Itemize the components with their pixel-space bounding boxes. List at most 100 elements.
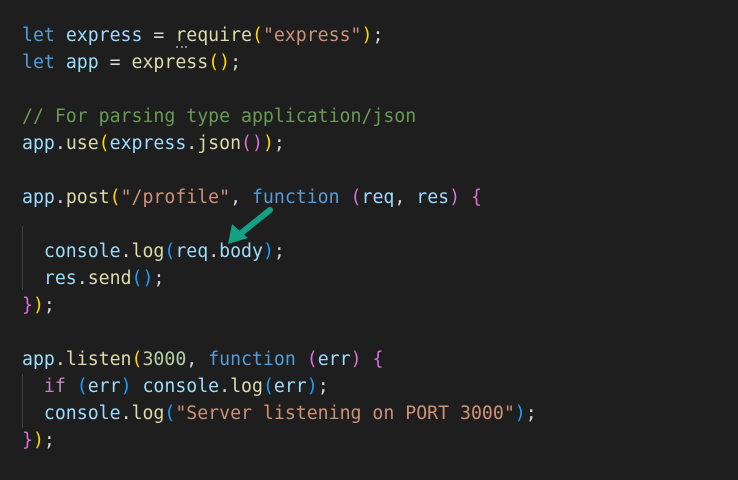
code-token: ;	[230, 52, 242, 73]
code-line[interactable]: app.listen(3000, function (err) {	[22, 346, 383, 373]
code-line[interactable]: console.log("Server listening on PORT 30…	[22, 400, 537, 427]
code-token: if	[43, 376, 66, 397]
code-token: )	[262, 133, 274, 154]
code-token: res	[43, 268, 77, 289]
code-token: ,	[186, 349, 209, 370]
code-token: )	[262, 241, 274, 262]
code-token: )	[449, 187, 461, 208]
code-token: .	[54, 133, 66, 154]
code-token: let	[22, 52, 55, 73]
code-token: ()	[131, 268, 154, 289]
code-line[interactable]: app.use(express.json());	[22, 130, 285, 157]
code-token: console	[43, 403, 121, 424]
code-line[interactable]: });	[22, 292, 55, 319]
code-token: function	[251, 187, 340, 208]
code-token: (	[306, 349, 318, 370]
code-token: ,	[394, 187, 417, 208]
code-token: )	[32, 295, 44, 316]
code-token: app	[22, 349, 55, 370]
code-token: ;	[43, 430, 55, 451]
code-token: )	[350, 349, 362, 370]
code-token: .	[54, 187, 66, 208]
code-token: ;	[317, 376, 329, 397]
code-token: (	[164, 241, 176, 262]
code-token: ;	[43, 295, 55, 316]
code-token: log	[230, 376, 263, 397]
code-token: req	[175, 241, 209, 262]
code-token: log	[131, 241, 165, 262]
code-token: (	[251, 25, 263, 46]
code-line[interactable]: console.log(req.body);	[22, 238, 285, 265]
code-token: )	[361, 25, 373, 46]
code-token: log	[131, 403, 165, 424]
code-token: (	[350, 187, 362, 208]
code-token: )	[306, 376, 318, 397]
code-token: // For parsing type application/json	[22, 106, 417, 127]
code-token: "express"	[262, 25, 362, 46]
code-token: send	[87, 268, 132, 289]
code-token: "Server listening on PORT 3000"	[175, 403, 515, 424]
code-token: .	[208, 241, 220, 262]
code-token: use	[65, 133, 99, 154]
code-token: ()	[208, 52, 231, 73]
code-token: body	[219, 241, 263, 262]
code-token: ,	[230, 187, 252, 208]
code-editor[interactable]: let express = require("express"); let app…	[0, 0, 738, 480]
code-token: listen	[65, 349, 132, 370]
code-token: express	[65, 25, 143, 46]
code-line[interactable]: });	[22, 427, 55, 454]
code-token: console	[43, 241, 121, 262]
code-line[interactable]: res.send();	[22, 265, 164, 292]
code-token: app	[22, 187, 55, 208]
code-token: 3000	[142, 349, 187, 370]
code-token: err	[273, 376, 307, 397]
code-token: (	[76, 376, 88, 397]
code-token: }	[22, 430, 33, 451]
code-token: =	[142, 25, 176, 46]
code-token: ;	[372, 25, 384, 46]
code-token: .	[76, 268, 88, 289]
code-token: ;	[273, 133, 285, 154]
code-token: express	[131, 52, 209, 73]
code-token: ;	[525, 403, 537, 424]
code-line[interactable]: app.post("/profile", function (req, res)…	[22, 184, 482, 211]
code-token: .	[219, 376, 231, 397]
code-token: let	[22, 25, 55, 46]
code-line[interactable]: if (err) console.log(err);	[22, 373, 329, 400]
code-token: (	[98, 133, 110, 154]
code-token: res	[416, 187, 450, 208]
code-token: .	[120, 403, 132, 424]
code-line[interactable]: let app = express();	[22, 49, 241, 76]
code-line[interactable]: let express = require("express");	[22, 22, 383, 49]
code-token: post	[65, 187, 110, 208]
code-token: err	[317, 349, 351, 370]
code-token: .	[54, 349, 66, 370]
code-token: )	[120, 376, 132, 397]
code-token: console	[142, 376, 220, 397]
code-token: app	[22, 133, 55, 154]
code-token: ;	[153, 268, 165, 289]
code-line[interactable]: // For parsing type application/json	[22, 103, 416, 130]
code-token: express	[109, 133, 187, 154]
code-token: function	[208, 349, 296, 370]
code-token: app	[65, 52, 99, 73]
code-token: )	[32, 430, 44, 451]
code-token: {	[471, 187, 482, 208]
code-token: json	[197, 133, 242, 154]
code-token: "/profile"	[120, 187, 231, 208]
code-token: ;	[273, 241, 285, 262]
code-token: (	[109, 187, 121, 208]
code-token: .	[120, 241, 132, 262]
code-token: (	[131, 349, 143, 370]
